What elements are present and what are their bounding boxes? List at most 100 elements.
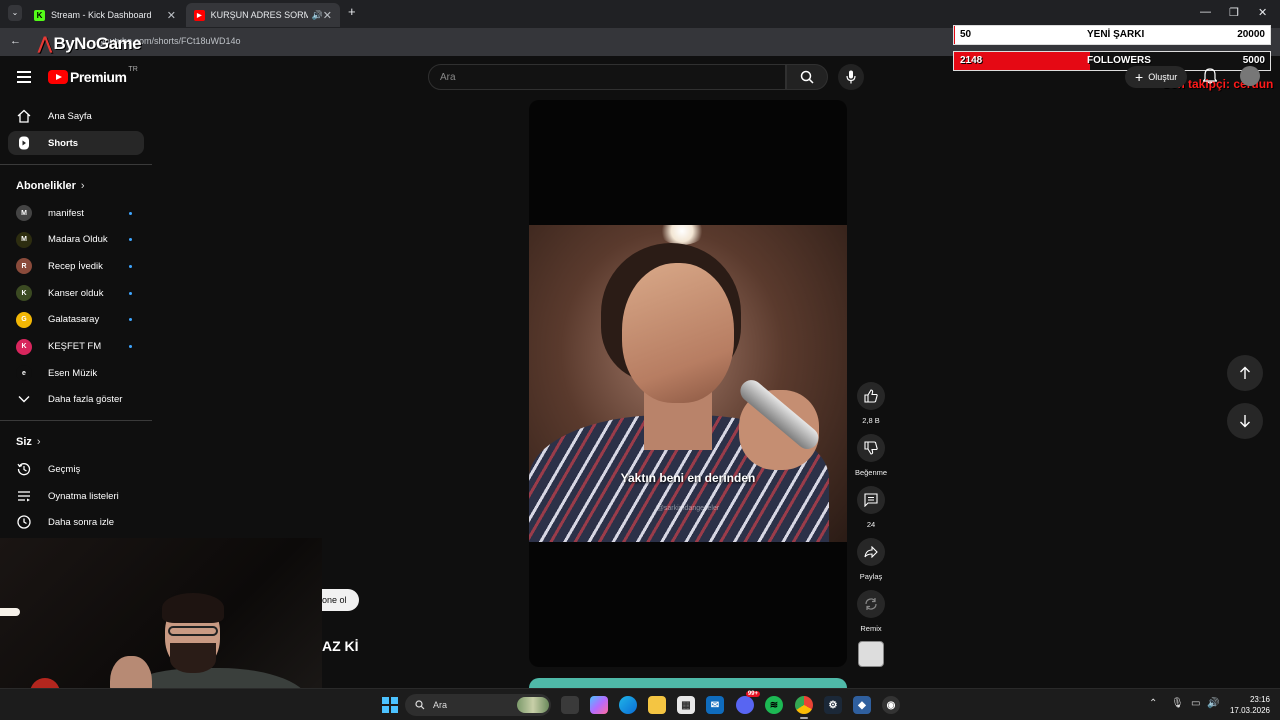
menu-icon[interactable] xyxy=(17,71,31,83)
obs-icon[interactable]: ◉ xyxy=(882,696,900,714)
notifications-bell-icon[interactable] xyxy=(1203,68,1217,84)
close-icon[interactable]: ✕ xyxy=(167,9,176,22)
tab-search-button[interactable]: ⌄ xyxy=(8,5,22,21)
song-goal-label: YENİ ŞARKI xyxy=(1087,29,1145,40)
youtube-play-icon xyxy=(48,70,68,84)
sidebar-item-channel[interactable]: R Recep İvedik xyxy=(8,254,144,278)
chrome-icon[interactable] xyxy=(795,696,813,719)
create-button[interactable]: + Oluştur xyxy=(1125,66,1188,88)
sidebar-item-channel[interactable]: e Esen Müzik xyxy=(8,361,144,385)
sidebar-item-channel[interactable]: M Madara Olduk xyxy=(8,228,144,252)
new-tab-button[interactable]: + xyxy=(348,4,356,19)
browser-tab-bar: ⌄ K Stream - Kick Dashboard ✕ ▶ KURŞUN A… xyxy=(0,0,1280,28)
arrow-down-icon xyxy=(1240,415,1250,428)
sidebar-item-label: Esen Müzik xyxy=(48,367,98,379)
minimize-button[interactable]: — xyxy=(1200,6,1211,18)
channel-avatar: M xyxy=(16,231,32,248)
tray-overflow-chevron-icon[interactable]: ⌃ xyxy=(1149,698,1157,709)
tab-kick-dashboard[interactable]: K Stream - Kick Dashboard ✕ xyxy=(26,3,184,27)
like-button[interactable] xyxy=(857,382,885,410)
sidebar-item-home[interactable]: Ana Sayfa xyxy=(8,104,144,128)
steam-icon[interactable]: ⚙ xyxy=(824,696,842,714)
logo-region: TR xyxy=(128,65,138,73)
sidebar-item-channel[interactable]: K KEŞFET FM xyxy=(8,335,144,359)
sidebar-item-label: Geçmiş xyxy=(48,463,81,475)
sidebar-item-shorts[interactable]: Shorts xyxy=(8,131,144,155)
spotify-icon[interactable]: ≋ xyxy=(765,696,783,714)
like-count: 2,8 B xyxy=(862,416,880,425)
home-icon xyxy=(16,108,32,124)
windows-start-icon[interactable] xyxy=(382,697,398,713)
account-avatar[interactable] xyxy=(1240,66,1260,86)
channel-avatar: G xyxy=(16,311,32,328)
subscriptions-heading[interactable]: Abonelikler › xyxy=(16,180,85,192)
sidebar-item-label: Ana Sayfa xyxy=(48,110,92,122)
clock-time: 23:16 xyxy=(1249,695,1270,704)
discord-icon[interactable]: 99+ xyxy=(736,691,760,714)
sidebar-item-label: Madara Olduk xyxy=(48,234,108,246)
video-watermark: @sarkimdangeceler xyxy=(656,505,720,512)
mail-icon[interactable]: ✉ xyxy=(706,696,724,714)
sidebar-item-label: Recep İvedik xyxy=(48,260,103,272)
bynogame-logo: ⋀ ByNoGame xyxy=(38,34,142,53)
song-goal-target: 20000 xyxy=(1237,29,1265,40)
next-short-button[interactable] xyxy=(1227,403,1263,439)
subscribe-button[interactable]: one ol xyxy=(322,589,359,611)
taskbar-search[interactable]: Ara xyxy=(405,694,551,716)
sidebar-item-history[interactable]: Geçmiş xyxy=(8,457,144,481)
game-launcher-icon[interactable]: ◆ xyxy=(853,696,871,714)
microphone-tray-icon[interactable]: 🎙 xyxy=(1171,698,1184,709)
voice-search-button[interactable] xyxy=(838,64,864,90)
sidebar-item-label: Daha fazla göster xyxy=(48,393,123,405)
previous-short-button[interactable] xyxy=(1227,355,1263,391)
back-arrow-icon[interactable]: ← xyxy=(10,35,21,47)
new-content-dot xyxy=(129,211,132,215)
edge-icon[interactable] xyxy=(619,696,637,714)
dislike-button[interactable] xyxy=(857,434,885,462)
taskbar-clock[interactable]: 23:16 17.03.2026 xyxy=(1226,694,1270,716)
tab-youtube-short[interactable]: ▶ KURŞUN ADRES SORMAZ K 🔊 ✕ xyxy=(186,3,340,27)
you-heading[interactable]: Siz › xyxy=(16,436,41,448)
store-icon[interactable]: ▦ xyxy=(677,696,695,714)
audio-icon[interactable]: 🔊 xyxy=(312,10,323,21)
sidebar-item-channel[interactable]: Mmanifest xyxy=(8,201,144,225)
remix-button[interactable] xyxy=(857,590,885,618)
close-icon[interactable]: ✕ xyxy=(323,9,332,22)
screen: ⌄ K Stream - Kick Dashboard ✕ ▶ KURŞUN A… xyxy=(0,0,1280,720)
sidebar-item-channel[interactable]: G Galatasaray xyxy=(8,308,144,332)
copilot-icon[interactable] xyxy=(590,696,608,714)
sidebar-item-channel[interactable]: K Kanser olduk xyxy=(8,281,144,305)
new-content-dot xyxy=(129,264,132,268)
show-more-button[interactable]: Daha fazla göster xyxy=(8,387,144,411)
playlist-icon xyxy=(16,488,32,504)
search-button[interactable] xyxy=(786,64,828,90)
remix-icon xyxy=(865,598,877,610)
task-view-icon[interactable] xyxy=(561,696,579,714)
comment-count: 24 xyxy=(866,520,876,529)
search-highlight-icon xyxy=(517,697,549,713)
logo-word: Premium xyxy=(70,69,127,85)
share-button[interactable] xyxy=(857,538,885,566)
comments-button[interactable] xyxy=(857,486,885,514)
sidebar-item-label: Galatasaray xyxy=(48,314,100,326)
file-explorer-icon[interactable] xyxy=(648,696,666,714)
sidebar-item-label: Kanser olduk xyxy=(48,287,104,299)
window-close-button[interactable]: ✕ xyxy=(1258,6,1267,19)
sidebar-item-watch-later[interactable]: Daha sonra izle xyxy=(8,510,144,534)
discord-badge: 99+ xyxy=(745,691,760,697)
bynogame-mark-icon: ⋀ xyxy=(38,34,52,53)
display-tray-icon[interactable]: ▭ xyxy=(1191,698,1200,709)
thumbs-up-icon xyxy=(864,389,878,403)
kick-icon: K xyxy=(34,9,45,21)
youtube-premium-logo[interactable]: Premium TR xyxy=(48,65,138,85)
search-icon xyxy=(415,700,425,710)
video-frame[interactable]: Yaktın beni en derinden @sarkimdangecele… xyxy=(529,225,847,542)
search-input[interactable]: Ara xyxy=(428,64,786,90)
singer-face xyxy=(622,263,734,403)
channel-thumbnail[interactable] xyxy=(858,641,884,667)
sidebar-item-label: Oynatma listeleri xyxy=(48,490,119,502)
sidebar-item-playlists[interactable]: Oynatma listeleri xyxy=(8,484,144,508)
maximize-button[interactable]: ❐ xyxy=(1229,6,1239,19)
shorts-player[interactable]: Yaktın beni en derinden @sarkimdangecele… xyxy=(529,100,847,667)
volume-tray-icon[interactable]: 🔊 xyxy=(1207,698,1219,709)
